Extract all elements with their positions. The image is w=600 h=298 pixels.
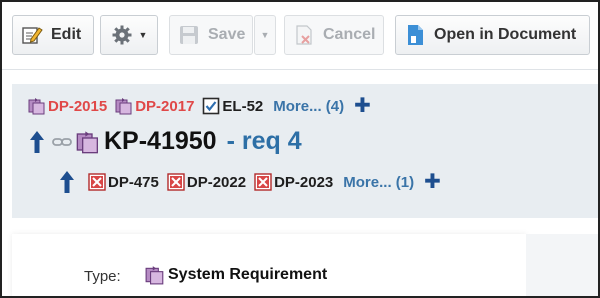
test-case-icon [167, 173, 185, 191]
open-in-document-label: Open in Document [434, 26, 577, 43]
edit-icon [21, 24, 43, 46]
chevron-down-icon: ▼ [138, 30, 148, 40]
current-item-row: KP-41950 - req 4 [28, 127, 302, 156]
document-icon [404, 24, 426, 46]
upstream-relations-row: DP-2015 DP-2017 EL-52 More... (4) ✚ [28, 96, 371, 116]
save-icon [178, 24, 200, 46]
relation-id: DP-2017 [135, 97, 195, 115]
cancel-icon [293, 24, 315, 46]
item-view-frame: Edit ▼ Save ▼ Cancel Open in Document DP… [0, 0, 600, 298]
downstream-more-link[interactable]: More... (1) [343, 174, 414, 191]
details-side-panel [526, 234, 598, 296]
checkbox-icon [202, 97, 220, 115]
link-icon [52, 135, 72, 149]
relations-panel: DP-2015 DP-2017 EL-52 More... (4) ✚ KP-4… [12, 84, 598, 218]
settings-menu-button[interactable]: ▼ [100, 15, 158, 55]
relation-id: DP-475 [108, 173, 159, 191]
open-in-document-button[interactable]: Open in Document [395, 15, 590, 55]
arrow-up-icon[interactable] [28, 130, 46, 154]
relation-id: EL-52 [222, 97, 264, 115]
save-button[interactable]: Save [169, 15, 253, 55]
type-field-label: Type: [84, 268, 121, 285]
test-case-icon [88, 173, 106, 191]
relation-id: DP-2022 [186, 173, 247, 191]
relation-link[interactable]: DP-475 [88, 173, 159, 191]
save-options-dropdown[interactable]: ▼ [254, 15, 276, 55]
relation-link[interactable]: EL-52 [202, 97, 263, 115]
cancel-button[interactable]: Cancel [284, 15, 384, 55]
relation-link[interactable]: DP-2017 [115, 97, 194, 115]
arrow-up-icon[interactable] [58, 170, 76, 194]
system-requirement-icon [144, 265, 166, 285]
chevron-down-icon: ▼ [260, 30, 270, 40]
downstream-relations-row: DP-475 DP-2022 DP-2023 More... (1) ✚ [58, 170, 441, 194]
item-name-title: - req 4 [226, 127, 302, 155]
add-downstream-relation-icon[interactable]: ✚ [424, 172, 441, 192]
relation-link[interactable]: DP-2023 [254, 173, 333, 191]
relation-id: DP-2015 [48, 97, 108, 115]
save-label: Save [208, 26, 246, 43]
system-requirement-icon [115, 97, 133, 115]
system-requirement-icon [28, 97, 46, 115]
gear-icon [111, 24, 133, 46]
system-requirement-icon [76, 130, 100, 154]
upstream-more-link[interactable]: More... (4) [273, 98, 344, 115]
relation-link[interactable]: DP-2022 [167, 173, 246, 191]
toolbar: Edit ▼ Save ▼ Cancel Open in Document [2, 2, 598, 70]
type-value-text: System Requirement [168, 266, 328, 283]
relation-id: DP-2023 [274, 173, 334, 191]
type-field-value: System Requirement [144, 265, 327, 285]
add-upstream-relation-icon[interactable]: ✚ [354, 96, 371, 116]
edit-button[interactable]: Edit [12, 15, 94, 55]
test-case-icon [254, 173, 272, 191]
relation-link[interactable]: DP-2015 [28, 97, 107, 115]
cancel-label: Cancel [323, 26, 376, 43]
item-id-title: KP-41950 [104, 127, 217, 155]
edit-label: Edit [51, 26, 82, 43]
